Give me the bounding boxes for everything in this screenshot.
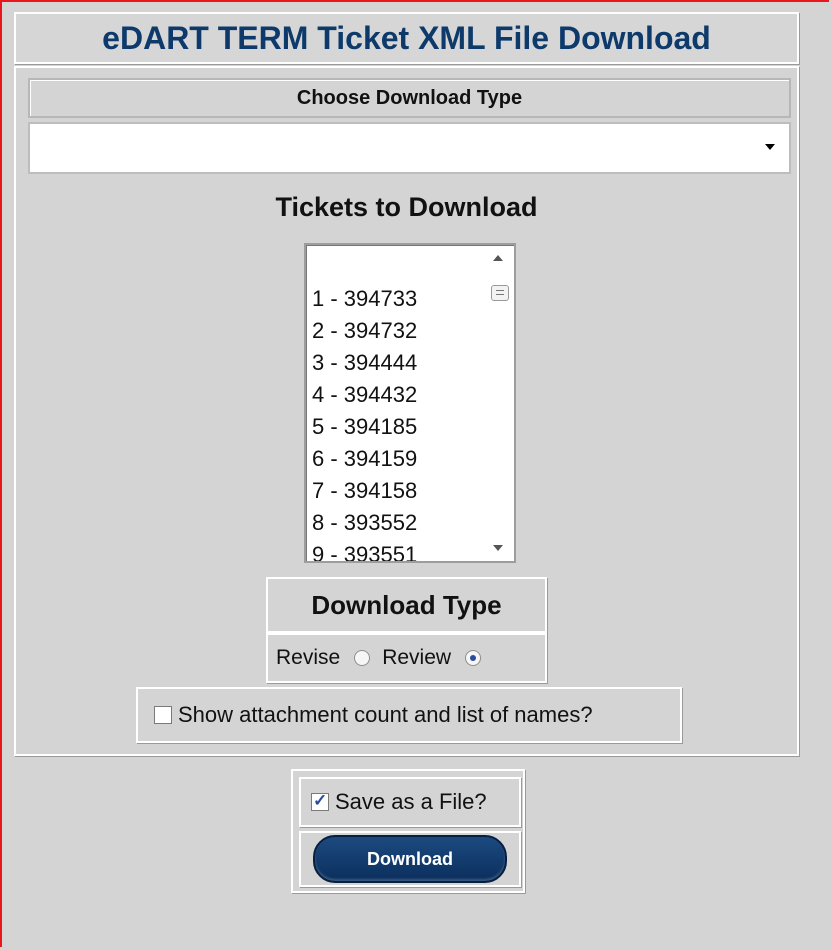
download-type-select[interactable] [28, 122, 791, 174]
tickets-listbox[interactable]: 1 - 394733 2 - 394732 3 - 394444 4 - 394… [304, 243, 516, 563]
review-radio[interactable] [465, 650, 482, 666]
save-panel: Save as a File? Download [291, 769, 525, 893]
list-item[interactable]: 3 - 394444 [312, 347, 417, 379]
list-item[interactable]: 1 - 394733 [312, 283, 417, 315]
revise-radio[interactable] [354, 650, 371, 666]
download-button[interactable]: Download [313, 835, 507, 883]
listbox-scrollbar[interactable] [488, 249, 510, 557]
list-item[interactable]: 9 - 393551 [312, 539, 417, 561]
download-type-options: Revise Review [266, 633, 547, 683]
tickets-title: Tickets to Download [275, 192, 538, 222]
attachment-option: Show attachment count and list of names? [136, 687, 682, 743]
scroll-down-icon[interactable] [493, 545, 503, 551]
list-item[interactable]: 4 - 394432 [312, 379, 417, 411]
scroll-thumb[interactable] [491, 285, 509, 301]
attachment-label: Show attachment count and list of names? [178, 702, 593, 727]
attachment-checkbox[interactable] [154, 706, 172, 724]
list-item[interactable]: 5 - 394185 [312, 411, 417, 443]
save-as-file-label: Save as a File? [335, 789, 487, 814]
list-item[interactable]: 6 - 394159 [312, 443, 417, 475]
list-item[interactable]: 8 - 393552 [312, 507, 417, 539]
list-item[interactable]: 7 - 394158 [312, 475, 417, 507]
download-button-row: Download [299, 831, 521, 887]
page-title: eDART TERM Ticket XML File Download [14, 12, 799, 64]
review-label: Review [382, 646, 452, 669]
download-type-heading: Download Type [266, 577, 547, 633]
scroll-up-icon[interactable] [493, 255, 503, 261]
list-item[interactable]: 2 - 394732 [312, 315, 417, 347]
choose-download-type-label: Choose Download Type [28, 78, 791, 118]
tickets-list: 1 - 394733 2 - 394732 3 - 394444 4 - 394… [312, 283, 417, 561]
chevron-down-icon[interactable] [765, 144, 775, 150]
revise-label: Revise [276, 646, 341, 669]
save-option: Save as a File? [299, 777, 521, 827]
save-as-file-checkbox[interactable] [311, 791, 329, 811]
